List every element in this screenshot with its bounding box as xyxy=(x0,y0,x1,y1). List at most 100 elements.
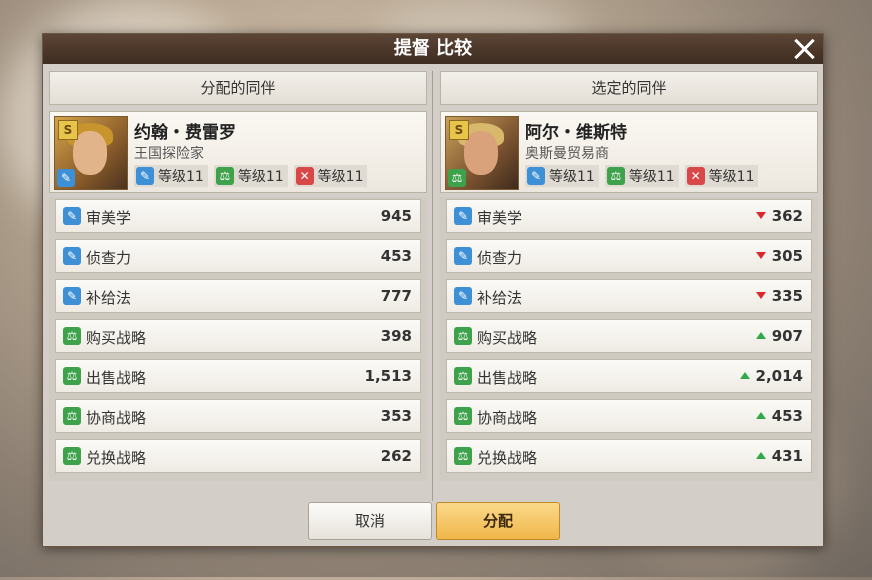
scales-icon: ⚖ xyxy=(448,169,466,187)
stat-value: 777 xyxy=(380,287,412,305)
stat-label: 侦查力 xyxy=(477,249,523,267)
arrow-up-icon xyxy=(755,332,766,339)
dialog-title: 提督 比较 xyxy=(43,34,823,64)
arrow-down-icon xyxy=(755,252,766,259)
companion-name: 约翰・费雷罗 xyxy=(134,123,236,143)
stat-label: 侦查力 xyxy=(86,249,132,267)
selected-companion-header: 选定的同伴 xyxy=(440,71,818,105)
stat-value: 305 xyxy=(755,247,803,265)
stat-label: 兑换战略 xyxy=(477,449,538,467)
brush-icon: ✎ xyxy=(527,167,545,185)
arrow-up-icon xyxy=(739,372,750,379)
scales-icon: ⚖ xyxy=(454,367,472,385)
stat-row: ⚖ 出售战略 2,014 xyxy=(446,359,812,393)
stat-label: 出售战略 xyxy=(477,369,538,387)
level-label: 等级11 xyxy=(708,169,755,185)
stat-label: 补给法 xyxy=(477,289,523,307)
companion-name: 阿尔・维斯特 xyxy=(525,123,627,143)
scales-icon: ⚖ xyxy=(454,407,472,425)
stat-value: 353 xyxy=(380,407,412,425)
assigned-companion-card: S ✎ 约翰・费雷罗 王国探险家 ✎ 等级11 ⚖ 等级11 ✕ 等级11 xyxy=(49,111,427,193)
stat-value: 262 xyxy=(380,447,412,465)
selected-companion-panel: 选定的同伴 S ⚖ 阿尔・维斯特 奥斯曼贸易商 ✎ 等级11 ⚖ 等级11 ✕ xyxy=(440,71,818,491)
brush-icon: ✎ xyxy=(63,287,81,305)
stat-row: ⚖ 协商战略 453 xyxy=(446,399,812,433)
avatar: S ✎ xyxy=(54,116,128,190)
assign-button[interactable]: 分配 xyxy=(436,502,560,540)
brush-icon: ✎ xyxy=(63,247,81,265)
scales-icon: ⚖ xyxy=(454,447,472,465)
level-label: 等级11 xyxy=(237,169,284,185)
brush-icon: ✎ xyxy=(63,207,81,225)
brush-icon: ✎ xyxy=(57,169,75,187)
scales-icon: ⚖ xyxy=(63,327,81,345)
companion-role: 奥斯曼贸易商 xyxy=(525,146,609,162)
stat-label: 兑换战略 xyxy=(86,449,147,467)
stat-row: ⚖ 出售战略 1,513 xyxy=(55,359,421,393)
level-chip-battle: ✕ 等级11 xyxy=(684,165,759,187)
stat-row: ⚖ 兑换战略 431 xyxy=(446,439,812,473)
rank-badge: S xyxy=(449,120,469,140)
selected-stats-list: ✎ 审美学 362 ✎ 侦查力 305 ✎ 补给法 335 ⚖ 购买战略 907 ⚖ 出售战略 2,… xyxy=(440,197,818,481)
selected-companion-card: S ⚖ 阿尔・维斯特 奥斯曼贸易商 ✎ 等级11 ⚖ 等级11 ✕ 等级11 xyxy=(440,111,818,193)
stat-value: 453 xyxy=(755,407,803,425)
arrow-down-icon xyxy=(755,212,766,219)
stat-value: 945 xyxy=(380,207,412,225)
scales-icon: ⚖ xyxy=(63,407,81,425)
companion-compare-dialog: 提督 比较 分配的同伴 S ✎ 约翰・费雷罗 王国探险家 ✎ 等级11 ⚖ 等级… xyxy=(42,33,824,547)
brush-icon: ✎ xyxy=(454,287,472,305)
brush-icon: ✎ xyxy=(454,207,472,225)
stat-row: ✎ 侦查力 305 xyxy=(446,239,812,273)
avatar: S ⚖ xyxy=(445,116,519,190)
scales-icon: ⚖ xyxy=(215,167,234,185)
assigned-companion-panel: 分配的同伴 S ✎ 约翰・费雷罗 王国探险家 ✎ 等级11 ⚖ 等级11 ✕ 等… xyxy=(49,71,427,491)
stat-label: 补给法 xyxy=(86,289,132,307)
level-chip-trade: ⚖ 等级11 xyxy=(604,165,679,187)
arrow-up-icon xyxy=(755,412,766,419)
rank-badge: S xyxy=(58,120,78,140)
assigned-companion-header: 分配的同伴 xyxy=(49,71,427,105)
stat-value: 1,513 xyxy=(364,367,412,385)
stat-row: ✎ 补给法 335 xyxy=(446,279,812,313)
level-label: 等级11 xyxy=(158,169,204,185)
stat-label: 审美学 xyxy=(86,209,132,227)
scales-icon: ⚖ xyxy=(454,327,472,345)
stat-row: ✎ 审美学 362 xyxy=(446,199,812,233)
stat-label: 协商战略 xyxy=(86,409,147,427)
swords-icon: ✕ xyxy=(686,167,705,185)
stat-value: 398 xyxy=(380,327,412,345)
level-chip-adventure: ✎ 等级11 xyxy=(525,165,599,187)
stat-row: ⚖ 协商战略 353 xyxy=(55,399,421,433)
stat-value: 2,014 xyxy=(739,367,803,385)
stat-row: ✎ 侦查力 453 xyxy=(55,239,421,273)
cancel-button[interactable]: 取消 xyxy=(308,502,432,540)
level-chip-trade: ⚖ 等级11 xyxy=(213,165,288,187)
level-label: 等级11 xyxy=(628,169,675,185)
stat-label: 协商战略 xyxy=(477,409,538,427)
level-label: 等级11 xyxy=(549,169,595,185)
close-icon[interactable] xyxy=(791,36,817,62)
level-chip-adventure: ✎ 等级11 xyxy=(134,165,208,187)
swords-icon: ✕ xyxy=(295,167,314,185)
stat-label: 出售战略 xyxy=(86,369,147,387)
stat-value: 431 xyxy=(755,447,803,465)
scales-icon: ⚖ xyxy=(63,367,81,385)
stat-value: 907 xyxy=(755,327,803,345)
scales-icon: ⚖ xyxy=(63,447,81,465)
assigned-stats-list: ✎ 审美学 945 ✎ 侦查力 453 ✎ 补给法 777 ⚖ 购买战略 398 ⚖ 出售战略 1,… xyxy=(49,197,427,481)
stat-row: ✎ 审美学 945 xyxy=(55,199,421,233)
stat-row: ⚖ 购买战略 398 xyxy=(55,319,421,353)
stat-row: ✎ 补给法 777 xyxy=(55,279,421,313)
stat-row: ⚖ 兑换战略 262 xyxy=(55,439,421,473)
panel-divider xyxy=(432,71,433,501)
stat-row: ⚖ 购买战略 907 xyxy=(446,319,812,353)
stat-value: 362 xyxy=(755,207,803,225)
stat-value: 335 xyxy=(755,287,803,305)
stat-label: 购买战略 xyxy=(86,329,147,347)
stat-label: 购买战略 xyxy=(477,329,538,347)
stat-value: 453 xyxy=(380,247,412,265)
level-label: 等级11 xyxy=(317,169,364,185)
brush-icon: ✎ xyxy=(454,247,472,265)
arrow-up-icon xyxy=(755,452,766,459)
scales-icon: ⚖ xyxy=(606,167,625,185)
